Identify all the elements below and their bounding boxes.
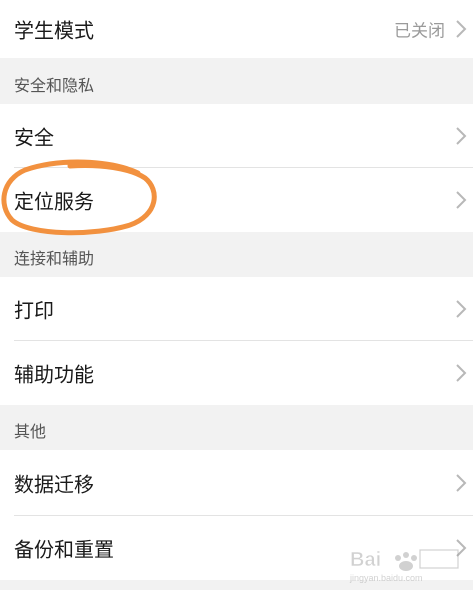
section-header-other: 其他 xyxy=(0,405,473,450)
print-label: 打印 xyxy=(14,298,54,323)
chevron-right-icon xyxy=(456,127,467,145)
settings-row-print[interactable]: 打印 xyxy=(0,277,473,341)
accessibility-label: 辅助功能 xyxy=(14,362,94,387)
svg-text:Bai: Bai xyxy=(350,549,381,571)
data-migration-label: 数据迁移 xyxy=(14,472,94,497)
location-services-label: 定位服务 xyxy=(14,189,94,214)
section-title: 连接和辅助 xyxy=(14,249,95,268)
settings-row-accessibility[interactable]: 辅助功能 xyxy=(0,341,473,405)
chevron-right-icon xyxy=(456,191,467,209)
section-header-connection-assist: 连接和辅助 xyxy=(0,232,473,277)
section-title: 其他 xyxy=(14,422,47,441)
student-mode-label: 学生模式 xyxy=(14,18,94,43)
security-label: 安全 xyxy=(14,125,54,150)
chevron-right-icon xyxy=(456,474,467,492)
chevron-right-icon xyxy=(456,364,467,382)
baidu-watermark-logo: Bai jingyan.baidu.com xyxy=(349,549,459,583)
chevron-right-icon xyxy=(456,300,467,318)
chevron-right-icon xyxy=(456,20,467,38)
settings-row-security[interactable]: 安全 xyxy=(0,104,473,168)
settings-row-location-services[interactable]: 定位服务 xyxy=(0,168,473,232)
student-mode-status: 已关闭 xyxy=(394,21,445,42)
backup-reset-label: 备份和重置 xyxy=(14,537,114,562)
settings-row-data-migration[interactable]: 数据迁移 xyxy=(0,450,473,516)
svg-text:jingyan.baidu.com: jingyan.baidu.com xyxy=(349,573,423,583)
section-title: 安全和隐私 xyxy=(14,76,95,95)
section-header-security-privacy: 安全和隐私 xyxy=(0,58,473,104)
settings-row-student-mode[interactable]: 学生模式 已关闭 xyxy=(0,0,473,58)
